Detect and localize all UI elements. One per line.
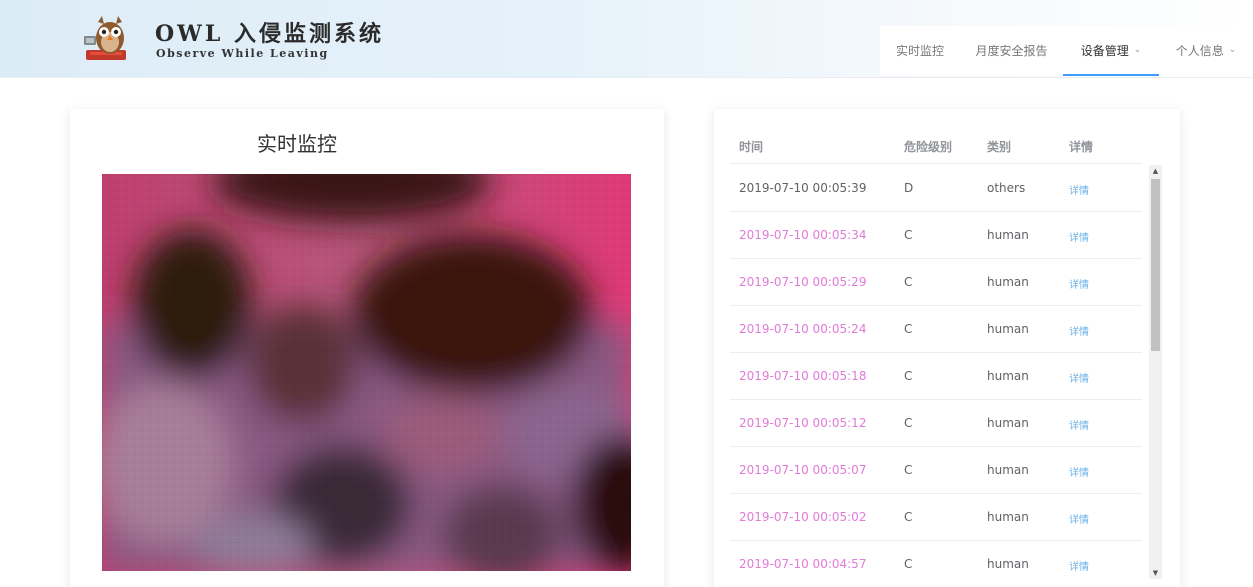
event-time: 2019-07-10 00:05:07 — [739, 463, 867, 477]
owl-logo-icon — [84, 16, 126, 60]
event-detail-link[interactable]: 详情 — [1069, 558, 1089, 573]
live-monitor-card — [70, 109, 664, 587]
event-type: human — [987, 416, 1029, 430]
event-level: C — [904, 416, 913, 430]
table-row[interactable]: 2019-07-10 00:05:02 C human 详情 — [730, 494, 1142, 541]
event-detail-link[interactable]: 详情 — [1069, 229, 1089, 244]
top-nav: 实时监控 月度安全报告 设备管理 ⌄ 个人信息 ⌄ — [880, 26, 1253, 76]
event-type: human — [987, 322, 1029, 336]
event-level: C — [904, 275, 913, 289]
scrollbar-thumb[interactable] — [1151, 179, 1160, 351]
nav-item-realtime-monitor[interactable]: 实时监控 — [880, 26, 960, 76]
nav-item-device-management[interactable]: 设备管理 ⌄ — [1063, 26, 1159, 76]
nav-item-label: 设备管理 — [1080, 43, 1129, 58]
nav-item-label: 个人信息 — [1175, 43, 1224, 58]
app-header: OWL 入侵监测系统 Observe While Leaving 实时监控 月度… — [0, 0, 1253, 78]
table-row[interactable]: 2019-07-10 00:05:07 C human 详情 — [730, 447, 1142, 494]
column-header-detail[interactable]: 详情 — [1069, 138, 1093, 155]
event-detail-link[interactable]: 详情 — [1069, 182, 1089, 197]
event-type: others — [987, 181, 1026, 195]
event-time: 2019-07-10 00:05:34 — [739, 228, 867, 242]
chevron-down-icon: ⌄ — [1133, 45, 1142, 55]
event-time: 2019-07-10 00:05:02 — [739, 510, 867, 524]
column-header-type[interactable]: 类别 — [987, 138, 1011, 155]
monitor-title: 实时监控 — [257, 132, 337, 156]
camera-feed-image — [102, 174, 631, 571]
event-level: C — [904, 463, 913, 477]
event-time: 2019-07-10 00:05:18 — [739, 369, 867, 383]
scroll-up-arrow-icon[interactable]: ▲ — [1149, 165, 1162, 177]
event-detail-link[interactable]: 详情 — [1069, 464, 1089, 479]
event-detail-link[interactable]: 详情 — [1069, 276, 1089, 291]
table-row[interactable]: 2019-07-10 00:05:24 C human 详情 — [730, 306, 1142, 353]
table-header: 时间 危险级别 类别 详情 — [730, 126, 1142, 164]
event-time: 2019-07-10 00:04:57 — [739, 557, 867, 571]
event-level: C — [904, 557, 913, 571]
chevron-down-icon: ⌄ — [1228, 45, 1237, 55]
event-time: 2019-07-10 00:05:24 — [739, 322, 867, 336]
table-row[interactable]: 2019-07-10 00:04:57 C human 详情 — [730, 541, 1142, 587]
table-body: 2019-07-10 00:05:39 D others 详情 2019-07-… — [730, 165, 1142, 587]
table-row[interactable]: 2019-07-10 00:05:18 C human 详情 — [730, 353, 1142, 400]
event-type: human — [987, 275, 1029, 289]
event-type: human — [987, 228, 1029, 242]
table-row[interactable]: 2019-07-10 00:05:34 C human 详情 — [730, 212, 1142, 259]
event-time: 2019-07-10 00:05:12 — [739, 416, 867, 430]
event-level: C — [904, 322, 913, 336]
nav-item-personal-info[interactable]: 个人信息 ⌄ — [1159, 26, 1253, 76]
column-header-time[interactable]: 时间 — [739, 138, 763, 155]
table-scrollbar[interactable]: ▲ ▼ — [1149, 165, 1162, 579]
event-type: human — [987, 463, 1029, 477]
event-time: 2019-07-10 00:05:29 — [739, 275, 867, 289]
brand-title: OWL 入侵监测系统 — [155, 21, 384, 47]
nav-item-label: 实时监控 — [895, 43, 944, 58]
event-level: D — [904, 181, 914, 195]
brand-subtitle: Observe While Leaving — [156, 47, 329, 60]
event-detail-link[interactable]: 详情 — [1069, 370, 1089, 385]
event-level: C — [904, 228, 913, 242]
column-header-level[interactable]: 危险级别 — [904, 138, 952, 155]
event-detail-link[interactable]: 详情 — [1069, 417, 1089, 432]
event-time: 2019-07-10 00:05:39 — [739, 181, 867, 195]
camera-feed — [102, 174, 631, 571]
event-detail-link[interactable]: 详情 — [1069, 511, 1089, 526]
event-type: human — [987, 557, 1029, 571]
events-card: 时间 危险级别 类别 详情 2019-07-10 00:05:39 D othe… — [714, 109, 1180, 587]
event-level: C — [904, 369, 913, 383]
table-row[interactable]: 2019-07-10 00:05:39 D others 详情 — [730, 165, 1142, 212]
nav-item-monthly-report[interactable]: 月度安全报告 — [960, 26, 1063, 76]
nav-item-label: 月度安全报告 — [975, 43, 1048, 58]
event-detail-link[interactable]: 详情 — [1069, 323, 1089, 338]
event-type: human — [987, 369, 1029, 383]
event-level: C — [904, 510, 913, 524]
scroll-down-arrow-icon[interactable]: ▼ — [1149, 567, 1162, 579]
table-row[interactable]: 2019-07-10 00:05:29 C human 详情 — [730, 259, 1142, 306]
table-row[interactable]: 2019-07-10 00:05:12 C human 详情 — [730, 400, 1142, 447]
event-type: human — [987, 510, 1029, 524]
